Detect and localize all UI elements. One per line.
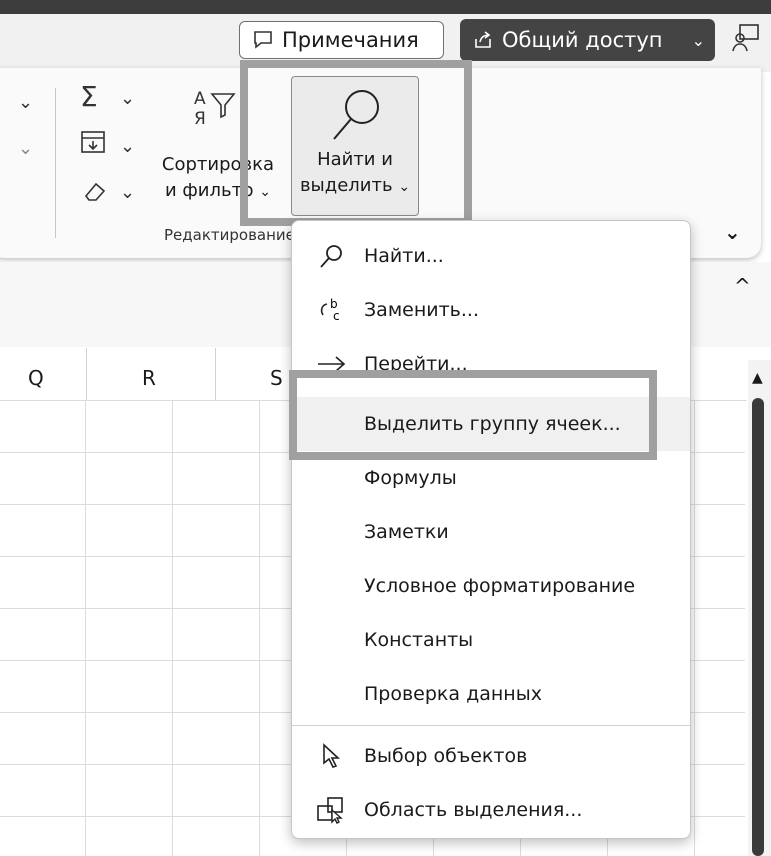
- scroll-up-icon[interactable]: ▲: [752, 370, 763, 386]
- chevron-down-icon[interactable]: ⌄: [18, 138, 33, 159]
- comment-icon: [254, 31, 272, 49]
- menu-item-data-validation[interactable]: Проверка данных: [292, 667, 690, 721]
- ribbon-separator: [55, 88, 56, 238]
- autosum-icon[interactable]: Σ: [80, 80, 98, 113]
- menu-item-select-objects[interactable]: Выбор объектов: [292, 729, 690, 783]
- menu-item-goto[interactable]: Перейти...: [292, 337, 690, 391]
- notes-label: Примечания: [282, 28, 419, 52]
- fill-icon[interactable]: [80, 130, 108, 156]
- title-bar: [0, 0, 771, 14]
- chevron-up-icon[interactable]: ^: [734, 274, 751, 298]
- search-icon: [333, 90, 379, 140]
- editing-group-label: Редактирование: [164, 226, 295, 244]
- share-icon: [475, 31, 491, 48]
- column-header-label: S: [270, 366, 283, 390]
- chevron-down-icon[interactable]: ⌄: [724, 220, 741, 244]
- menu-item-notes[interactable]: Заметки: [292, 505, 690, 559]
- replace-icon: bc: [316, 295, 346, 325]
- present-icon[interactable]: [730, 22, 762, 54]
- menu-item-conditional-formatting[interactable]: Условное форматирование: [292, 559, 690, 613]
- chevron-down-icon[interactable]: ⌄: [120, 88, 135, 109]
- menu-item-find[interactable]: Найти...: [292, 229, 690, 283]
- menu-item-formulas[interactable]: Формулы: [292, 451, 690, 505]
- column-header-label: R: [142, 366, 156, 390]
- svg-text:c: c: [333, 309, 340, 323]
- menu-item-selection-pane[interactable]: Область выделения...: [292, 783, 690, 837]
- find-select-button[interactable]: Найти и выделить ⌄: [291, 76, 419, 216]
- svg-text:А: А: [194, 89, 206, 109]
- column-header-label: Q: [28, 366, 44, 390]
- menu-item-replace[interactable]: bc Заменить...: [292, 283, 690, 337]
- sort-filter-icon[interactable]: А Я: [190, 86, 238, 134]
- arrow-right-icon: [316, 349, 346, 379]
- search-icon: [316, 241, 346, 271]
- sort-filter-button[interactable]: Сортировка и фильтр ⌄: [148, 152, 288, 205]
- menu-item-select-cells[interactable]: Выделить группу ячеек...: [292, 397, 690, 451]
- svg-text:Я: Я: [194, 109, 206, 129]
- menu-separator: [292, 725, 690, 726]
- share-button[interactable]: Общий доступ ⌄: [460, 19, 715, 61]
- selection-pane-icon: [316, 795, 346, 825]
- menu-item-constants[interactable]: Константы: [292, 613, 690, 667]
- chevron-down-icon[interactable]: ⌄: [18, 92, 33, 113]
- chevron-down-icon[interactable]: ⌄: [692, 31, 705, 50]
- pointer-icon: [316, 741, 346, 771]
- share-label: Общий доступ: [502, 28, 663, 52]
- find-select-menu: Найти... bc Заменить... Перейти... Выдел…: [291, 220, 691, 839]
- scrollbar-thumb[interactable]: [752, 398, 764, 856]
- chevron-down-icon[interactable]: ⌄: [120, 136, 135, 157]
- chevron-down-icon[interactable]: ⌄: [120, 182, 135, 203]
- eraser-icon[interactable]: [80, 178, 108, 202]
- notes-button[interactable]: Примечания: [239, 21, 444, 59]
